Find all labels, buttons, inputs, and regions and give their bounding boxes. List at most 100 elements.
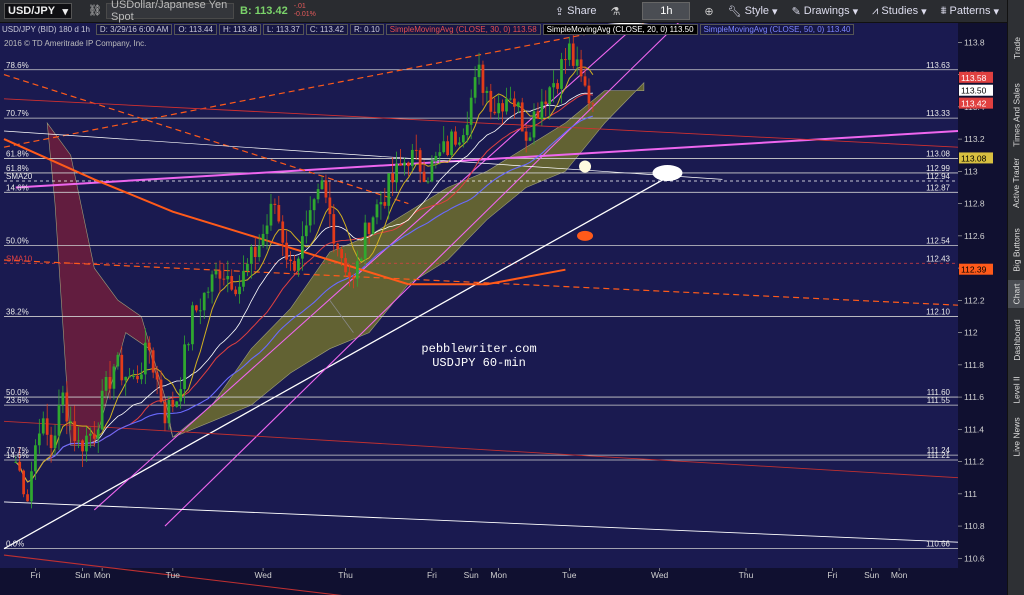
flask-icon[interactable]: ⚗ [611,5,621,18]
timeframe-selector[interactable]: 1h [642,2,691,20]
candle-body [473,77,477,98]
candle-body [395,163,398,183]
candle-body [155,372,159,380]
sma50-name: SimpleMovingAvg (CLOSE, 50, 0) [703,24,825,34]
sidebar-tab-live-news[interactable]: Live News [1008,412,1024,462]
y-tick-label: 111.4 [964,424,984,434]
candle-body [249,246,253,264]
level-value-label: 110.66 [926,540,950,549]
studies-label: Studies [881,5,919,17]
bar-open: O: 113.44 [174,23,217,35]
candle-body [512,98,516,107]
candle-body [516,102,520,107]
bar-range: R: 0.10 [349,23,384,35]
studies-icon: ⩘ [872,4,879,17]
style-button[interactable]: 🔧︎ Style ▾ [728,5,778,18]
candle-body [556,83,559,89]
candle-body [579,59,583,77]
share-button[interactable]: ⇪ Share [555,5,597,18]
candle-body [14,461,18,463]
candle-body [344,258,347,273]
sidebar-tab-level-ii[interactable]: Level II [1008,372,1024,408]
candle-body [304,225,308,237]
y-tick-label: 112.2 [964,295,985,305]
candle-body [383,202,387,206]
sidebar-tab-active-trader[interactable]: Active Trader [1008,150,1024,216]
price-chart[interactable]: 78.6%70.7%61.8%61.8%14.6%50.0%38.2%50.0%… [0,23,1007,595]
x-tick-label: Sun [864,570,879,580]
dropdown-arrow-icon: ▾ [62,5,68,18]
candle-body [26,494,29,502]
candle-body [18,461,22,471]
x-tick-label: Fri [427,570,437,580]
candle-body [587,85,591,104]
candle-body [481,64,485,93]
drawings-button[interactable]: ✎ Drawings ▾ [792,5,859,18]
sidebar-tab-big-buttons[interactable]: Big Buttons [1008,222,1024,278]
sidebar-tab-chart[interactable]: Chart [1008,280,1024,308]
bar-close: C: 113.42 [305,23,348,35]
symbol-selector[interactable]: USD/JPY ▾ [4,3,72,19]
price-tag-text: 112.39 [961,265,987,275]
candle-body [300,236,304,259]
x-tick-label: Fri [30,570,40,580]
candle-body [202,292,206,311]
candle-body [442,141,446,153]
bar-low: L: 113.37 [263,23,304,35]
tab-label: Dashboard [1011,319,1022,361]
patterns-button[interactable]: ⩩ Patterns ▾ [941,5,999,18]
sidebar-tab-dashboard[interactable]: Dashboard [1008,312,1024,368]
candle-body [34,445,37,472]
candle-body [81,440,84,452]
sidebar-tab-trade[interactable]: Trade [1008,24,1024,72]
candle-body [489,90,493,112]
link-icon[interactable]: ⛓ [88,4,102,17]
sidebar-tab-times-and-sales[interactable]: Times And Sales [1008,76,1024,154]
candle-body [399,163,402,166]
candle-body [422,171,426,182]
price-tag-sma30: 113.58 [959,71,993,83]
studies-button[interactable]: ⩘ Studies ▾ [872,5,926,18]
level-label: 70.7% [6,109,29,118]
candle-body [359,258,363,262]
candle-body [355,261,359,279]
x-tick-label: Fri [827,570,837,580]
candle-body [49,434,53,449]
right-sidebar: Trade Times And Sales Active Trader Big … [1007,0,1024,595]
plot-background [0,23,958,595]
chevron-down-icon: ▾ [921,5,927,18]
x-tick-label: Mon [891,570,908,580]
bar-date: D: 3/29/16 6:00 AM [95,23,173,35]
chart-title: USD/JPY (BID) 180 d 1h [2,24,90,34]
candle-body [77,440,80,442]
share-icon: ⇪ [554,5,565,18]
sma20-value: 113.50 [669,24,694,34]
y-tick-label: 113.8 [964,37,985,47]
candle-body [238,286,241,295]
sma50-legend[interactable]: SimpleMovingAvg (CLOSE, 50, 0) 113.40 [699,23,855,35]
candle-body [544,101,548,105]
level-value-label: 112.54 [926,237,950,246]
symbol-text: USD/JPY [8,5,56,17]
sma20-legend[interactable]: SimpleMovingAvg (CLOSE, 20, 0) 113.50 [542,23,698,35]
candle-body [340,249,344,259]
zoom-icon[interactable]: ⊕ [704,5,713,18]
y-tick-label: 111.8 [964,360,984,370]
candle-body [418,150,422,172]
copyright-notice: 2016 © TD Ameritrade IP Company, Inc. [4,39,147,48]
toolbar: USD/JPY ▾ ⛓ USDollar/Japanese Yen Spot B:… [0,0,1007,23]
candle-body [375,204,379,218]
x-tick-label: Wed [651,570,669,580]
candle-body [458,142,461,145]
candle-body [277,205,281,222]
change-block: -.01 -0.01% [294,3,316,19]
candle-body [540,101,544,119]
candle-body [234,289,238,295]
sma50-value: 113.40 [826,24,851,34]
candle-body [261,233,265,246]
candle-body [312,199,316,211]
y-tick-label: 110.6 [964,553,985,563]
sma30-legend[interactable]: SimpleMovingAvg (CLOSE, 30, 0) 113.58 [385,23,541,35]
candle-body [69,421,73,423]
candle-body [57,405,61,436]
